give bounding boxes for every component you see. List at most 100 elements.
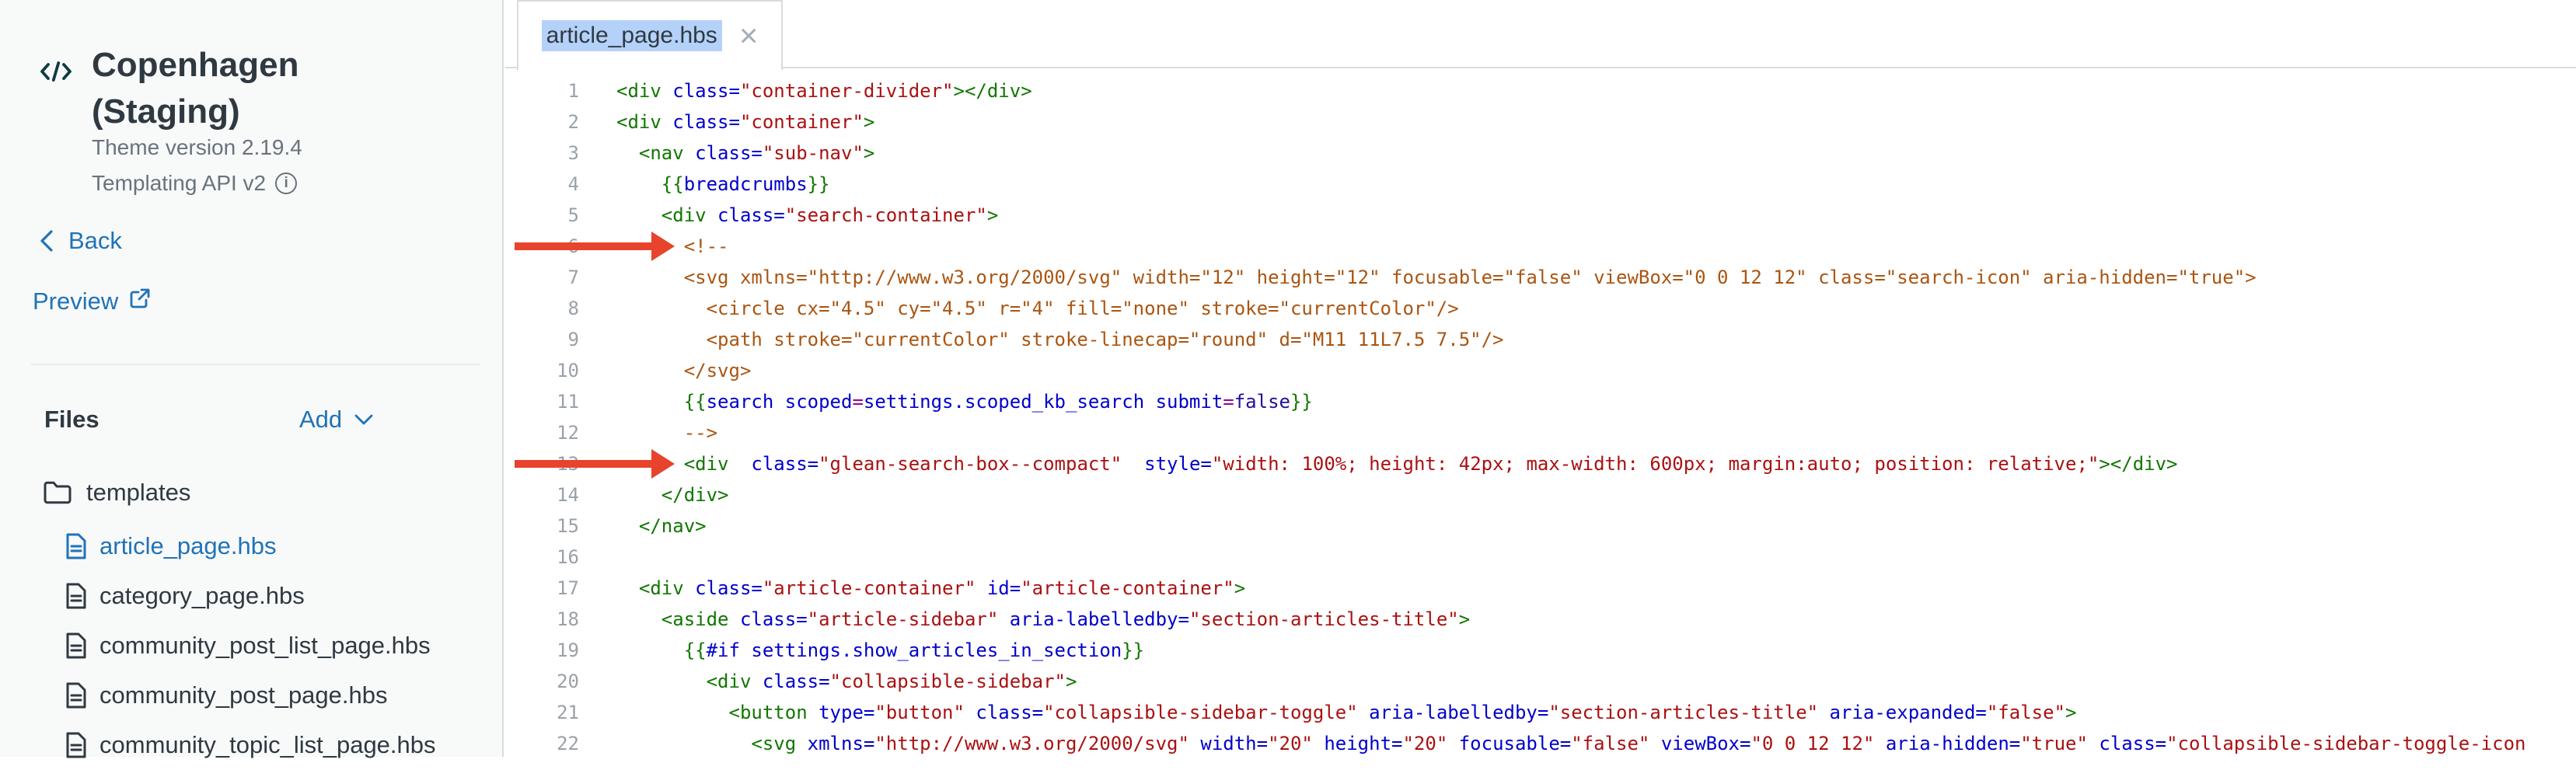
theme-version: Theme version 2.19.4 [92, 135, 302, 160]
info-icon[interactable]: i [275, 172, 297, 194]
templating-api-label: Templating API v2 [92, 171, 266, 196]
line-number: 13 [505, 448, 579, 479]
code-line[interactable]: 19 {{#if settings.show_articles_in_secti… [505, 635, 2576, 666]
file-item-article_page-hbs[interactable]: article_page.hbs [65, 521, 501, 571]
code-editor[interactable]: 1 <div class="container-divider"></div> 2 <… [505, 68, 2576, 757]
code-line[interactable]: 2 <div class="container"> [505, 106, 2576, 138]
folder-templates[interactable]: templates [43, 479, 190, 507]
file-name: article_page.hbs [99, 532, 277, 560]
tab-article-page[interactable]: article_page.hbs × [517, 0, 783, 70]
line-number: 21 [505, 697, 579, 728]
file-name: community_post_page.hbs [99, 681, 388, 709]
file-item-community_topic_list_page-hbs[interactable]: community_topic_list_page.hbs [65, 720, 501, 770]
line-number: 11 [505, 386, 579, 417]
code-text: {{breadcrumbs}} [616, 169, 830, 200]
file-name: community_post_list_page.hbs [99, 632, 431, 660]
tab-label: article_page.hbs [542, 20, 722, 51]
templating-api: Templating API v2 i [92, 171, 297, 196]
code-text: <div class="collapsible-sidebar"> [616, 666, 1077, 697]
file-item-community_post_page-hbs[interactable]: community_post_page.hbs [65, 671, 501, 720]
close-icon[interactable]: × [739, 19, 759, 52]
code-icon [39, 57, 73, 89]
code-text: <path stroke="currentColor" stroke-linec… [616, 324, 1504, 355]
code-text: <aside class="article-sidebar" aria-labe… [616, 604, 1470, 635]
preview-label: Preview [33, 287, 118, 315]
line-number: 17 [505, 573, 579, 604]
external-link-icon [129, 287, 151, 315]
sidebar-divider [31, 364, 480, 365]
file-icon [65, 681, 87, 709]
tab-bar: article_page.hbs × [505, 0, 2576, 68]
code-text: <div class="article-container" id="artic… [616, 573, 1245, 604]
code-text: --> [616, 417, 717, 448]
code-line[interactable]: 20 <div class="collapsible-sidebar"> [505, 666, 2576, 697]
file-list: article_page.hbs category_page.hbs commu… [65, 521, 501, 770]
line-number: 9 [505, 324, 579, 355]
back-label: Back [68, 227, 122, 255]
code-line[interactable]: 3 <nav class="sub-nav"> [505, 138, 2576, 169]
file-item-community_post_list_page-hbs[interactable]: community_post_list_page.hbs [65, 621, 501, 671]
line-number: 19 [505, 635, 579, 666]
code-text: {{search scoped=settings.scoped_kb_searc… [616, 386, 1313, 417]
editor-main: article_page.hbs × Save 1<div class="con… [505, 0, 2576, 757]
code-line[interactable]: 7 <svg xmlns="http://www.w3.org/2000/svg… [505, 262, 2576, 293]
file-icon [65, 532, 87, 560]
code-text: <svg xmlns="http://www.w3.org/2000/svg" … [616, 262, 2257, 293]
file-icon [65, 582, 87, 610]
file-name: category_page.hbs [99, 582, 305, 610]
code-line[interactable]: 12 --> [505, 417, 2576, 448]
code-line[interactable]: 1 <div class="container-divider"></div> [505, 75, 2576, 106]
file-icon [65, 731, 87, 759]
code-text: <div class="container"> [616, 106, 874, 138]
code-line[interactable]: 13 <div class="glean-search-box--compact… [505, 448, 2576, 479]
chevron-down-icon [354, 414, 373, 425]
theme-title: Copenhagen (Staging) [92, 42, 465, 135]
code-line[interactable]: 8 <circle cx="4.5" cy="4.5" r="4" fill="… [505, 293, 2576, 324]
code-line[interactable]: 16 [505, 542, 2576, 573]
preview-link[interactable]: Preview [33, 287, 151, 315]
theme-title-line2: (Staging) [92, 89, 465, 135]
files-heading: Files [44, 406, 99, 434]
back-link[interactable]: Back [40, 227, 122, 255]
code-line[interactable]: 22 <svg xmlns="http://www.w3.org/2000/sv… [505, 728, 2576, 759]
code-line[interactable]: 17 <div class="article-container" id="ar… [505, 573, 2576, 604]
line-number: 2 [505, 106, 579, 138]
line-number: 1 [505, 75, 579, 106]
theme-title-line1: Copenhagen [92, 42, 465, 89]
code-text: </svg> [616, 355, 751, 386]
line-number: 7 [505, 262, 579, 293]
line-number: 22 [505, 728, 579, 759]
code-line[interactable]: 6 <!-- [505, 231, 2576, 262]
add-file-button[interactable]: Add [299, 406, 373, 434]
line-number: 12 [505, 417, 579, 448]
add-label: Add [299, 406, 342, 434]
line-number: 20 [505, 666, 579, 697]
code-line[interactable]: 14 </div> [505, 479, 2576, 510]
line-number: 10 [505, 355, 579, 386]
file-item-category_page-hbs[interactable]: category_page.hbs [65, 571, 501, 621]
line-number: 15 [505, 510, 579, 542]
code-line[interactable]: 4 {{breadcrumbs}} [505, 169, 2576, 200]
line-number: 3 [505, 138, 579, 169]
line-number: 16 [505, 542, 579, 573]
code-text: <div class="container-divider"></div> [616, 75, 1032, 106]
line-number: 18 [505, 604, 579, 635]
code-line[interactable]: 5 <div class="search-container"> [505, 200, 2576, 231]
code-text: </nav> [616, 510, 707, 542]
theme-sidebar: Copenhagen (Staging) Theme version 2.19.… [0, 0, 504, 757]
code-line[interactable]: 10 </svg> [505, 355, 2576, 386]
line-number: 4 [505, 169, 579, 200]
folder-name: templates [86, 479, 190, 507]
code-line[interactable]: 21 <button type="button" class="collapsi… [505, 697, 2576, 728]
code-text: <div class="glean-search-box--compact" s… [616, 448, 2178, 479]
code-text: </div> [616, 479, 729, 510]
code-text: <svg xmlns="http://www.w3.org/2000/svg" … [616, 728, 2525, 759]
code-line[interactable]: 11 {{search scoped=settings.scoped_kb_se… [505, 386, 2576, 417]
file-name: community_topic_list_page.hbs [99, 731, 436, 759]
code-line[interactable]: 15 </nav> [505, 510, 2576, 542]
line-number: 8 [505, 293, 579, 324]
code-line[interactable]: 18 <aside class="article-sidebar" aria-l… [505, 604, 2576, 635]
code-line[interactable]: 9 <path stroke="currentColor" stroke-lin… [505, 324, 2576, 355]
line-number: 5 [505, 200, 579, 231]
code-text: <button type="button" class="collapsible… [616, 697, 2076, 728]
